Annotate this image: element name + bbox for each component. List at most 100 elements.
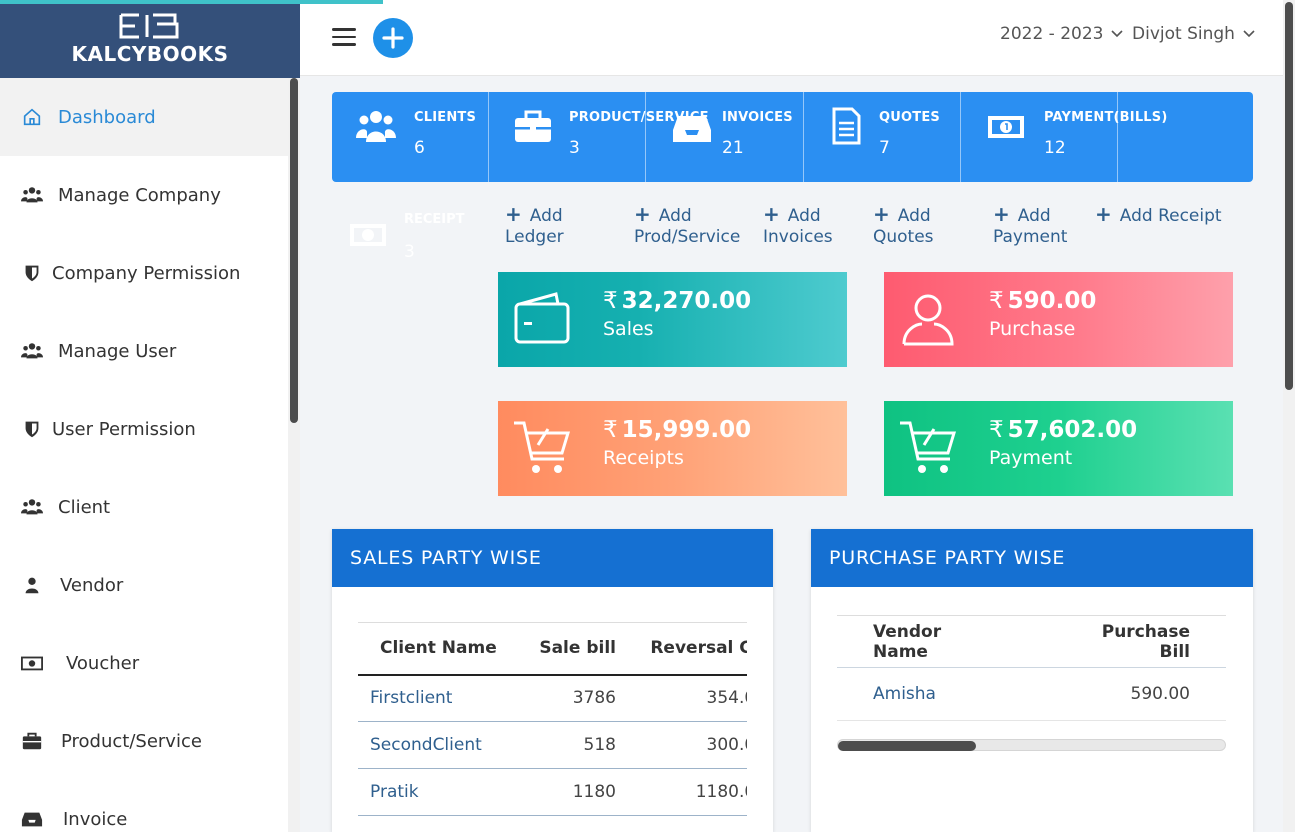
inbox-icon xyxy=(20,807,44,831)
table-row[interactable]: Pratik 1180 1180.00 xyxy=(358,768,747,816)
stat-label: INVOICES xyxy=(722,110,793,125)
sidebar-item-company-permission[interactable]: Company Permission xyxy=(0,234,288,312)
sales-party-table-wrapper[interactable]: Client Name Sale bill Reversal CN Firstc… xyxy=(358,622,747,832)
quick-add-button[interactable] xyxy=(373,18,413,58)
add-prod-service-link[interactable]: + Add Prod/Service xyxy=(634,204,740,248)
receipts-card[interactable]: ₹15,999.00 Receipts xyxy=(498,401,847,496)
stat-product-service[interactable]: PRODUCT/SERVICE 3 xyxy=(489,92,708,182)
plus-icon: + xyxy=(763,202,780,226)
sidebar-item-label: Manage User xyxy=(58,340,177,362)
table-header-row: Client Name Sale bill Reversal CN xyxy=(358,622,747,676)
stat-value: 7 xyxy=(879,138,890,158)
stat-divider xyxy=(1117,92,1118,182)
payment-card[interactable]: ₹57,602.00 Payment xyxy=(884,401,1233,496)
briefcase-icon xyxy=(515,110,551,142)
stat-value: 3 xyxy=(569,138,580,158)
page-scrollbar-thumb[interactable] xyxy=(1285,2,1293,390)
add-receipt-link[interactable]: + Add Receipt xyxy=(1095,204,1222,227)
user-menu[interactable]: Divjot Singh xyxy=(1132,24,1255,44)
purchase-amount: ₹590.00 xyxy=(989,288,1096,314)
page-loading-bar xyxy=(0,0,383,4)
purchase-party-wise-panel: PURCHASE PARTY WISE Vendor Name Purchase… xyxy=(811,529,1253,832)
user-outline-icon xyxy=(902,294,954,346)
sidebar-item-client[interactable]: Client xyxy=(0,468,288,546)
table-row[interactable]: Amisha 590.00 xyxy=(837,667,1226,721)
sales-party-table: Client Name Sale bill Reversal CN Firstc… xyxy=(358,622,747,816)
plus-icon xyxy=(382,27,404,49)
sidebar-item-user-permission[interactable]: User Permission xyxy=(0,390,288,468)
plus-icon: + xyxy=(873,202,890,226)
column-header[interactable]: Reversal CN xyxy=(628,622,747,676)
add-link-text: Add xyxy=(658,206,692,226)
stat-value: 21 xyxy=(722,138,744,158)
sidebar-scrollbar[interactable] xyxy=(288,78,300,832)
table-row[interactable]: SecondClient 518 300.00 xyxy=(358,721,747,769)
stat-value: 3 xyxy=(404,242,415,262)
chevron-down-icon xyxy=(1111,30,1124,38)
sidebar-item-label: Invoice xyxy=(63,808,128,830)
receipts-amount: ₹15,999.00 xyxy=(603,417,751,443)
amount-value: 57,602.00 xyxy=(1007,417,1138,443)
sidebar-item-label: Vendor xyxy=(60,574,124,596)
column-header[interactable]: Vendor Name xyxy=(837,615,1033,668)
reversal-cn-cell: 300.00 xyxy=(628,721,747,769)
amount-value: 15,999.00 xyxy=(621,417,752,443)
add-quotes-link[interactable]: + Add Quotes xyxy=(873,204,934,248)
add-link-text: Prod/Service xyxy=(634,227,741,247)
reversal-cn-cell: 354.00 xyxy=(628,674,747,722)
vendor-name-cell[interactable]: Amisha xyxy=(837,667,1033,721)
sidebar-item-vendor[interactable]: Vendor xyxy=(0,546,288,624)
sidebar-scrollbar-thumb[interactable] xyxy=(290,78,298,423)
sidebar-item-invoice[interactable]: Invoice xyxy=(0,780,288,832)
stat-payment-bills[interactable]: PAYMENT(BILLS) 12 xyxy=(961,92,1167,182)
column-header[interactable]: Client Name xyxy=(358,622,520,676)
client-name-cell[interactable]: Pratik xyxy=(358,768,520,816)
add-link-text: Add xyxy=(1017,206,1051,226)
add-payment-link[interactable]: + Add Payment xyxy=(993,204,1067,248)
sidebar-item-label: Company Permission xyxy=(52,262,241,284)
add-link-text: Quotes xyxy=(873,227,934,247)
home-icon xyxy=(20,105,44,129)
users-icon xyxy=(20,339,44,363)
client-name-cell[interactable]: SecondClient xyxy=(358,721,520,769)
column-header[interactable]: Purchase Bill xyxy=(1032,615,1226,668)
plus-icon: + xyxy=(993,202,1010,226)
sidebar-item-manage-user[interactable]: Manage User xyxy=(0,312,288,390)
purchase-party-table: Vendor Name Purchase Bill Amisha 590.00 xyxy=(837,615,1226,721)
financial-year-select[interactable]: 2022 - 2023 xyxy=(1000,24,1124,44)
sale-bill-cell: 1180 xyxy=(519,768,628,816)
add-invoices-link[interactable]: + Add Invoices xyxy=(763,204,833,248)
stat-invoices[interactable]: INVOICES 21 xyxy=(646,92,803,182)
chevron-down-icon xyxy=(1243,30,1255,38)
sales-card[interactable]: ₹32,270.00 Sales xyxy=(498,272,847,367)
stat-quotes[interactable]: QUOTES 7 xyxy=(804,92,960,182)
stat-clients[interactable]: CLIENTS 6 xyxy=(332,92,488,182)
stat-receipt[interactable]: RECEIPT 3 xyxy=(347,210,477,270)
sales-label: Sales xyxy=(603,318,654,340)
page-scrollbar[interactable] xyxy=(1283,0,1295,832)
add-link-text: Ledger xyxy=(505,227,564,247)
currency-symbol: ₹ xyxy=(989,417,1004,443)
sidebar-item-dashboard[interactable]: Dashboard xyxy=(0,78,288,156)
sidebar-item-product-service[interactable]: Product/Service xyxy=(0,702,288,780)
client-name-cell[interactable]: Firstclient xyxy=(358,674,520,722)
purchase-party-table-wrapper[interactable]: Vendor Name Purchase Bill Amisha 590.00 xyxy=(837,615,1226,721)
purchase-table-scrollbar[interactable] xyxy=(837,739,1226,751)
menu-toggle-icon[interactable] xyxy=(332,28,356,48)
brand[interactable]: KALCYBOOKS xyxy=(0,0,300,78)
sidebar-item-voucher[interactable]: Voucher xyxy=(0,624,288,702)
add-ledger-link[interactable]: + Add Ledger xyxy=(505,204,564,248)
cart-icon xyxy=(900,421,957,473)
amount-value: 590.00 xyxy=(1007,288,1097,314)
currency-symbol: ₹ xyxy=(603,288,618,314)
money-bill-icon xyxy=(350,224,386,246)
shield-icon xyxy=(20,261,44,285)
purchase-table-scrollbar-thumb[interactable] xyxy=(838,741,976,751)
table-row[interactable]: Firstclient 3786 354.00 xyxy=(358,674,747,722)
receipts-label: Receipts xyxy=(603,447,684,469)
financial-year-value: 2022 - 2023 xyxy=(1000,24,1104,44)
sidebar-item-manage-company[interactable]: Manage Company xyxy=(0,156,288,234)
sales-party-wise-panel: SALES PARTY WISE Client Name Sale bill R… xyxy=(332,529,773,832)
purchase-card[interactable]: ₹590.00 Purchase xyxy=(884,272,1233,367)
column-header[interactable]: Sale bill xyxy=(519,622,628,676)
